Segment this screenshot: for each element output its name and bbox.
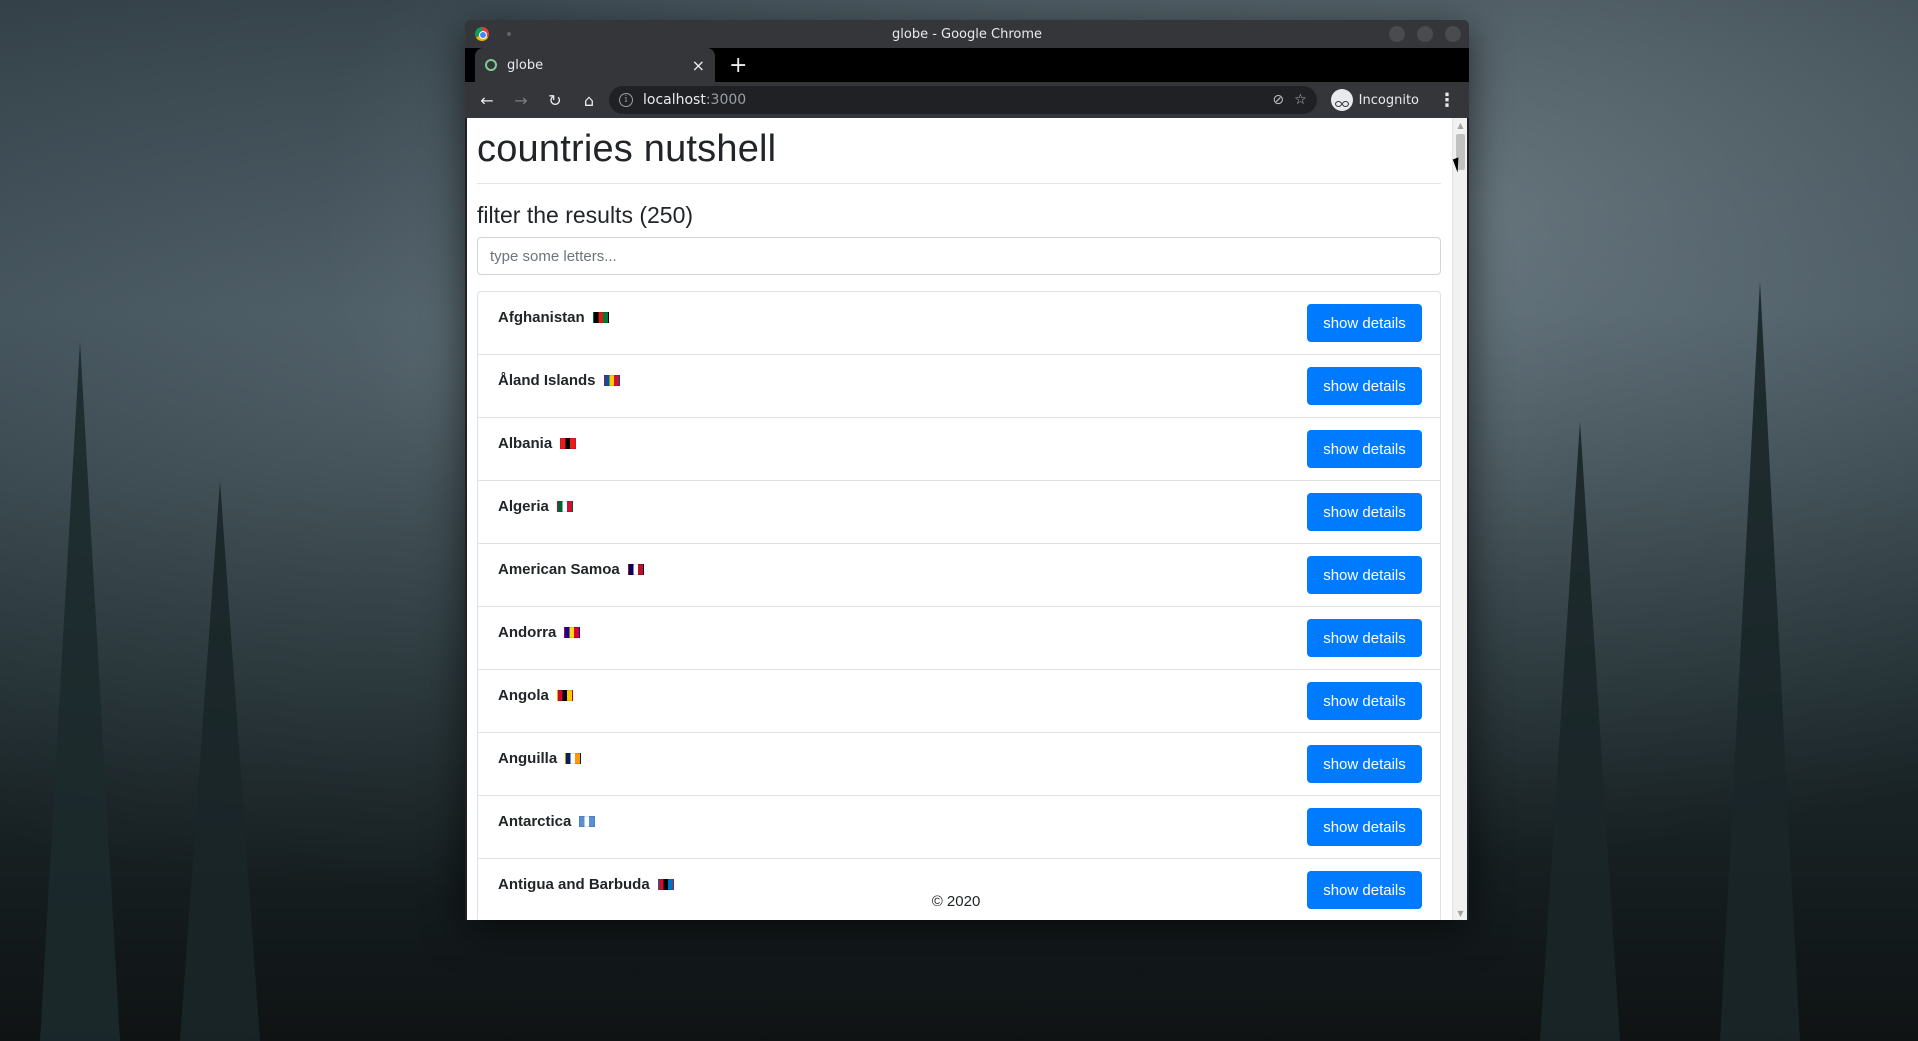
show-details-button[interactable]: show details bbox=[1307, 808, 1422, 846]
country-name-label: American Samoa bbox=[498, 561, 620, 578]
incognito-label: Incognito bbox=[1358, 92, 1419, 108]
scroll-down-icon[interactable]: ▼ bbox=[1453, 906, 1467, 920]
incognito-profile-button[interactable]: Incognito bbox=[1323, 89, 1427, 111]
country-name-label: Andorra bbox=[498, 624, 557, 641]
globe-favicon-icon bbox=[485, 59, 497, 71]
new-tab-button[interactable]: + bbox=[729, 53, 747, 78]
show-details-button[interactable]: show details bbox=[1307, 493, 1422, 531]
country-name: Albania bbox=[498, 430, 577, 452]
country-name: Angola bbox=[498, 682, 573, 704]
minimize-button[interactable] bbox=[1389, 26, 1405, 42]
window-title: globe - Google Chrome bbox=[892, 26, 1042, 42]
country-name: American Samoa bbox=[498, 556, 644, 578]
country-name: Antigua and Barbuda bbox=[498, 871, 674, 893]
browser-menu-icon[interactable]: ⋮ bbox=[1433, 86, 1461, 114]
maximize-button[interactable] bbox=[1417, 26, 1433, 42]
country-name-label: Albania bbox=[498, 435, 553, 452]
tab-globe[interactable]: globe × bbox=[475, 48, 715, 82]
page-content: countries nutshell filter the results (2… bbox=[467, 118, 1467, 920]
country-row: Antigua and Barbuda show details bbox=[478, 859, 1440, 920]
flag-icon bbox=[592, 312, 609, 323]
window-titlebar[interactable]: globe - Google Chrome bbox=[465, 20, 1469, 48]
scroll-up-icon[interactable]: ▲ bbox=[1453, 118, 1467, 132]
flag-icon bbox=[560, 438, 577, 449]
country-name: Åland Islands bbox=[498, 367, 620, 389]
flag-icon bbox=[657, 879, 674, 890]
page-viewport: countries nutshell filter the results (2… bbox=[467, 118, 1467, 920]
country-row: Andorra show details bbox=[478, 607, 1440, 670]
show-details-button[interactable]: show details bbox=[1307, 745, 1422, 783]
url-port: :3000 bbox=[705, 92, 747, 108]
show-details-button[interactable]: show details bbox=[1307, 682, 1422, 720]
country-name-label: Åland Islands bbox=[498, 372, 596, 389]
eye-off-icon[interactable]: ⊘ bbox=[1272, 92, 1284, 108]
show-details-button[interactable]: show details bbox=[1307, 430, 1422, 468]
url-host: localhost bbox=[643, 92, 706, 108]
show-details-button[interactable]: show details bbox=[1307, 304, 1422, 342]
flag-icon bbox=[579, 816, 596, 827]
address-bar[interactable]: i localhost:3000 ⊘ ☆ bbox=[609, 86, 1317, 114]
flag-icon bbox=[627, 564, 644, 575]
show-details-button[interactable]: show details bbox=[1307, 619, 1422, 657]
background-tree bbox=[180, 481, 260, 1041]
reload-button[interactable]: ↻ bbox=[541, 86, 569, 114]
forward-button[interactable]: → bbox=[507, 86, 535, 114]
country-row: Anguilla show details bbox=[478, 733, 1440, 796]
country-name-label: Antigua and Barbuda bbox=[498, 876, 650, 893]
country-name-label: Anguilla bbox=[498, 750, 558, 767]
bookmark-star-icon[interactable]: ☆ bbox=[1294, 92, 1307, 108]
country-name: Andorra bbox=[498, 619, 581, 641]
country-row: Antarctica show details bbox=[478, 796, 1440, 859]
flag-icon bbox=[603, 375, 620, 386]
titlebar-dot-icon bbox=[507, 32, 511, 36]
country-name: Anguilla bbox=[498, 745, 582, 767]
page-scrollbar[interactable]: ▲ ▼ bbox=[1452, 118, 1467, 920]
flag-icon bbox=[565, 753, 582, 764]
tab-strip: globe × + bbox=[465, 48, 1469, 82]
incognito-icon bbox=[1330, 89, 1353, 111]
country-row: Albania show details bbox=[478, 418, 1440, 481]
window-controls bbox=[1389, 26, 1461, 42]
country-row: Algeria show details bbox=[478, 481, 1440, 544]
filter-heading: filter the results (250) bbox=[477, 202, 694, 228]
filter-input[interactable] bbox=[477, 237, 1441, 275]
show-details-button[interactable]: show details bbox=[1307, 367, 1422, 405]
flag-icon bbox=[564, 627, 581, 638]
country-name: Algeria bbox=[498, 493, 573, 515]
country-row: American Samoa show details bbox=[478, 544, 1440, 607]
close-window-button[interactable] bbox=[1445, 26, 1461, 42]
tab-title: globe bbox=[507, 57, 544, 73]
home-button[interactable]: ⌂ bbox=[575, 86, 603, 114]
background-tree bbox=[40, 341, 120, 1041]
background-tree bbox=[1720, 281, 1800, 1041]
country-list: Afghanistan show details Åland Islands show… bbox=[477, 291, 1441, 920]
close-tab-icon[interactable]: × bbox=[692, 56, 705, 75]
country-name-label: Afghanistan bbox=[498, 309, 585, 326]
url-text[interactable]: localhost:3000 bbox=[643, 92, 1262, 108]
country-name-label: Algeria bbox=[498, 498, 549, 515]
browser-toolbar: ← → ↻ ⌂ i localhost:3000 ⊘ ☆ Incognito ⋮ bbox=[465, 82, 1469, 118]
browser-window: globe - Google Chrome globe × + ← → ↻ ⌂ … bbox=[465, 20, 1469, 920]
chrome-logo-icon bbox=[475, 27, 489, 41]
country-row: Afghanistan show details bbox=[478, 292, 1440, 355]
country-name-label: Antarctica bbox=[498, 813, 572, 830]
back-button[interactable]: ← bbox=[473, 86, 501, 114]
country-row: Åland Islands show details bbox=[478, 355, 1440, 418]
flag-icon bbox=[556, 690, 573, 701]
footer-copyright: © 2020 bbox=[931, 893, 981, 910]
flag-icon bbox=[556, 501, 573, 512]
show-details-button[interactable]: show details bbox=[1307, 556, 1422, 594]
country-name: Antarctica bbox=[498, 808, 596, 830]
background-tree bbox=[1540, 421, 1620, 1041]
country-name-label: Angola bbox=[498, 687, 549, 704]
country-row: Angola show details bbox=[478, 670, 1440, 733]
site-info-icon[interactable]: i bbox=[619, 93, 633, 107]
page-title: countries nutshell bbox=[477, 128, 1441, 184]
country-name: Afghanistan bbox=[498, 304, 609, 326]
